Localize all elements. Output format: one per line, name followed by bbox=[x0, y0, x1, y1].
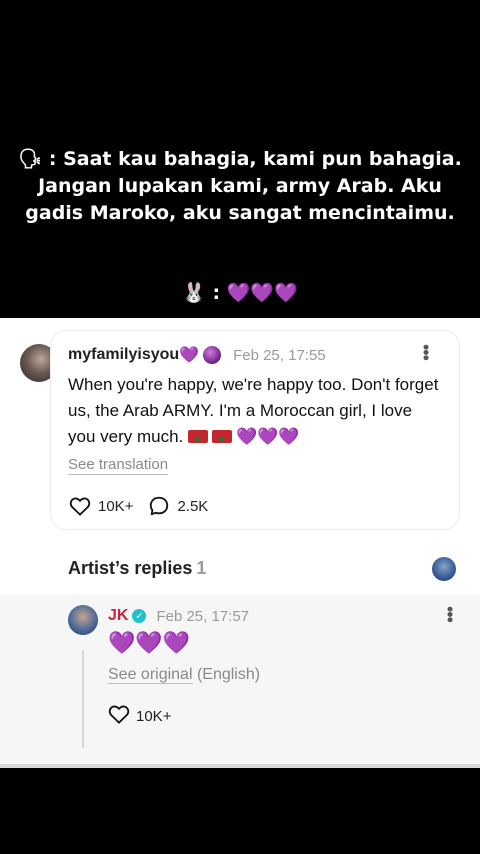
rabbit-face-icon: 🐰 bbox=[182, 282, 206, 304]
post-header: myfamilyisyou 💜 Feb 25, 17:55 bbox=[68, 345, 326, 365]
see-translation-link[interactable]: See translation bbox=[68, 455, 169, 475]
morocco-flag-icon bbox=[212, 427, 232, 453]
video-bottom-area bbox=[0, 768, 480, 854]
morocco-flag-icon bbox=[188, 427, 208, 453]
post-body: When you're happy, we're happy too. Don'… bbox=[68, 372, 440, 453]
reply-header: JK ✓ Feb 25, 17:57 bbox=[108, 606, 249, 626]
reply-like-count: 10K+ bbox=[136, 707, 172, 725]
reply-date: Feb 25, 17:57 bbox=[156, 607, 250, 625]
caption-reply: 🐰 : 💜💜💜 bbox=[0, 280, 480, 306]
caption-body: : Saat kau bahagia, kami pun bahagia. Ja… bbox=[25, 148, 462, 224]
reply-actions: 10K+ bbox=[108, 705, 171, 727]
caption-reply-colon: : bbox=[212, 282, 221, 304]
like-count: 10K+ bbox=[98, 497, 134, 515]
comment-icon[interactable] bbox=[147, 495, 171, 517]
artist-replies-count: 1 bbox=[196, 558, 207, 578]
more-options-icon[interactable]: ••• bbox=[440, 606, 460, 622]
artist-avatar[interactable] bbox=[432, 557, 456, 581]
post-username[interactable]: myfamilyisyou bbox=[68, 346, 179, 364]
globe-badge-icon bbox=[203, 346, 222, 364]
see-original-row: See original (English) bbox=[108, 665, 260, 684]
reply-body: 💜💜💜 bbox=[108, 630, 191, 655]
post-hearts: 💜💜💜 bbox=[236, 427, 300, 446]
thread-line bbox=[82, 650, 84, 748]
more-options-icon[interactable]: ••• bbox=[416, 344, 436, 360]
avatar[interactable] bbox=[68, 605, 98, 635]
speaking-head-icon: 🗣 bbox=[18, 148, 43, 170]
post-actions: 10K+ 2.5K bbox=[68, 495, 222, 517]
see-original-link[interactable]: See original bbox=[108, 666, 193, 684]
post-date: Feb 25, 17:55 bbox=[233, 346, 326, 364]
heart-icon[interactable] bbox=[68, 495, 92, 517]
verified-check-icon: ✓ bbox=[132, 609, 147, 623]
artist-replies-heading: Artist’s replies 1 bbox=[68, 558, 206, 579]
heart-icon[interactable] bbox=[108, 704, 130, 729]
username-heart: 💜 bbox=[179, 347, 200, 364]
comment-count: 2.5K bbox=[177, 497, 209, 515]
reply-username[interactable]: JK bbox=[108, 607, 128, 625]
artist-replies-title: Artist’s replies bbox=[68, 558, 193, 578]
original-language: (English) bbox=[196, 666, 261, 683]
caption-text: 🗣 : Saat kau bahagia, kami pun bahagia. … bbox=[14, 146, 466, 227]
caption-reply-hearts: 💜💜💜 bbox=[226, 282, 298, 304]
